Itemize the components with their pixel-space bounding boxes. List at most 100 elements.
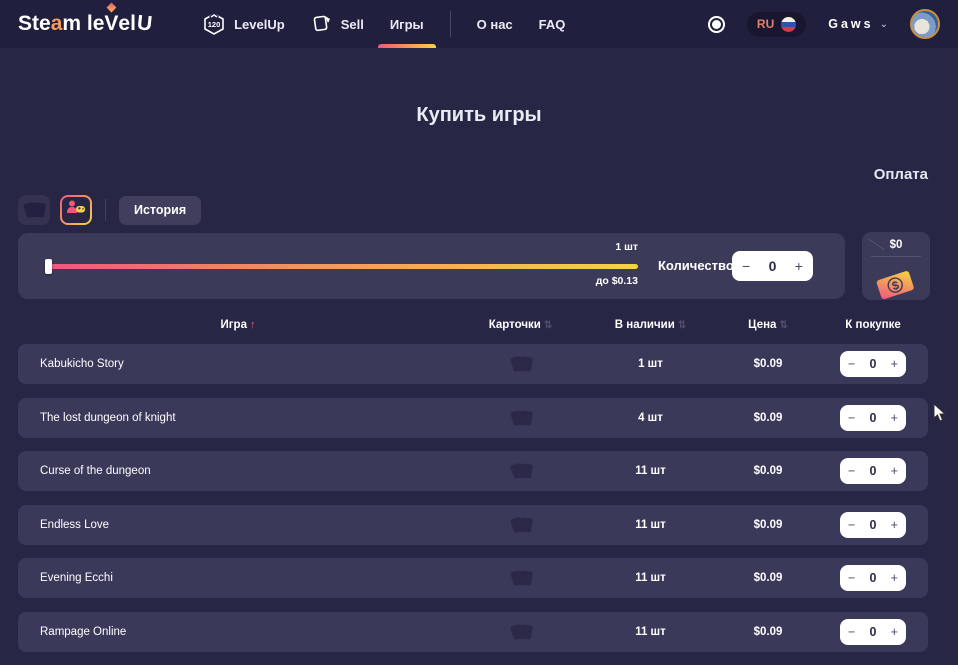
money-ticket-icon: $ (875, 269, 918, 306)
payment-heading: Оплата (874, 166, 928, 183)
column-label: Цена (748, 319, 776, 331)
nav-item-about[interactable]: О нас (477, 0, 513, 48)
user-menu[interactable]: Gaws ⌄ (828, 17, 888, 31)
purchase-cell: − 0 + (818, 458, 928, 484)
game-name: Curse of the dungeon (18, 465, 458, 477)
stock-value: 11 шт (583, 465, 718, 477)
sort-ascending-icon: ↑ (250, 319, 256, 331)
minus-button[interactable]: − (848, 357, 855, 371)
logo-accent-u: U (136, 11, 154, 36)
sort-icon: ⇅ (544, 320, 552, 331)
minus-button[interactable]: − (848, 464, 855, 478)
cards-cell (458, 409, 583, 427)
quantity-value[interactable]: 0 (870, 464, 877, 478)
username: Gaws (828, 17, 873, 31)
sort-icon: ⇅ (678, 320, 686, 331)
minus-button[interactable]: − (848, 625, 855, 639)
cards-icon (510, 462, 532, 480)
top-bar-right: RU Gaws ⌄ (708, 9, 940, 39)
nav-item-games[interactable]: Игры (390, 0, 424, 48)
price-value: $0.09 (718, 519, 818, 531)
plus-button[interactable]: + (891, 464, 898, 478)
nav-item-sell[interactable]: Sell (311, 0, 364, 48)
quantity-value[interactable]: 0 (870, 518, 877, 532)
game-name: Evening Ecchi (18, 572, 458, 584)
quantity-value[interactable]: 0 (870, 571, 877, 585)
plus-button[interactable]: + (795, 258, 803, 274)
column-label: К покупке (845, 319, 900, 331)
slider-handle[interactable] (45, 259, 52, 274)
quantity-stepper: − 0 + (732, 251, 813, 281)
row-quantity-stepper: − 0 + (840, 351, 906, 377)
row-quantity-stepper: − 0 + (840, 458, 906, 484)
quantity-value[interactable]: 0 (870, 411, 877, 425)
plus-button[interactable]: + (891, 411, 898, 425)
quantity-slider-track[interactable] (48, 264, 638, 269)
quantity-value[interactable]: 0 (870, 357, 877, 371)
table-row: Rampage Online 11 шт $0.09 − 0 + (18, 612, 928, 652)
price-value: $0.09 (718, 465, 818, 477)
price-value: $0.09 (718, 572, 818, 584)
game-name: Rampage Online (18, 626, 458, 638)
minus-button[interactable]: − (848, 571, 855, 585)
cards-cell (458, 569, 583, 587)
nav-item-faq[interactable]: FAQ (539, 0, 566, 48)
quantity-value[interactable]: 0 (769, 258, 777, 274)
game-name: Endless Love (18, 519, 458, 531)
minus-button[interactable]: − (848, 411, 855, 425)
logo-text: Ste (18, 12, 51, 36)
language-selector[interactable]: RU (747, 12, 806, 37)
payment-card[interactable]: $0 $ (862, 232, 930, 300)
avatar[interactable] (910, 9, 940, 39)
stock-value: 11 шт (583, 626, 718, 638)
quantity-slider-panel: 1 шт до $0.13 Количество: − 0 + (18, 233, 845, 299)
cards-cell (458, 623, 583, 641)
tab-cards[interactable] (18, 195, 50, 225)
plus-button[interactable]: + (891, 571, 898, 585)
language-code: RU (757, 17, 774, 31)
nav-label: LevelUp (234, 17, 285, 32)
column-header-game[interactable]: Игра↑ (18, 319, 458, 331)
divider (871, 256, 921, 257)
row-quantity-stepper: − 0 + (840, 565, 906, 591)
plus-button[interactable]: + (891, 518, 898, 532)
stock-value: 1 шт (583, 358, 718, 370)
purchase-cell: − 0 + (818, 512, 928, 538)
main-nav: 120 LevelUp Sell Игры О нас FAQ (202, 0, 565, 48)
stock-value: 11 шт (583, 572, 718, 584)
minus-button[interactable]: − (742, 258, 750, 274)
cards-cell (458, 462, 583, 480)
table-row: Endless Love 11 шт $0.09 − 0 + (18, 505, 928, 545)
column-header-cards[interactable]: Карточки⇅ (458, 319, 583, 331)
nav-label: FAQ (539, 17, 566, 32)
slider-price-label: до $0.13 (48, 275, 638, 287)
column-header-price[interactable]: Цена⇅ (718, 319, 818, 331)
column-header-stock[interactable]: В наличии⇅ (583, 319, 718, 331)
sell-cards-icon (311, 12, 333, 37)
theme-toggle-icon[interactable] (708, 16, 725, 33)
top-bar: Steam leVelU 120 LevelUp Sell (0, 0, 958, 48)
tab-friends[interactable] (60, 195, 92, 225)
minus-button[interactable]: − (848, 518, 855, 532)
logo-text: m le (62, 12, 104, 36)
page-title: Купить игры (0, 104, 958, 127)
plus-button[interactable]: + (891, 357, 898, 371)
site-logo[interactable]: Steam leVelU (18, 12, 152, 36)
nav-label: О нас (477, 17, 513, 32)
plus-button[interactable]: + (891, 625, 898, 639)
table-body: Kabukicho Story 1 шт $0.09 − 0 + The los… (18, 344, 928, 652)
purchase-cell: − 0 + (818, 565, 928, 591)
table-row: The lost dungeon of knight 4 шт $0.09 − … (18, 398, 928, 438)
history-button[interactable]: История (119, 196, 201, 225)
quantity-label: Количество: (658, 258, 738, 273)
nav-item-levelup[interactable]: 120 LevelUp (202, 0, 285, 48)
logo-accent-a: a (51, 12, 63, 36)
cards-icon (510, 355, 532, 373)
table-row: Evening Ecchi 11 шт $0.09 − 0 + (18, 558, 928, 598)
quantity-value[interactable]: 0 (870, 625, 877, 639)
logo-text: el (118, 12, 136, 36)
purchase-cell: − 0 + (818, 351, 928, 377)
levelup-badge-icon: 120 (202, 12, 226, 36)
russian-flag-icon (781, 17, 796, 32)
nav-label: Игры (390, 17, 424, 32)
